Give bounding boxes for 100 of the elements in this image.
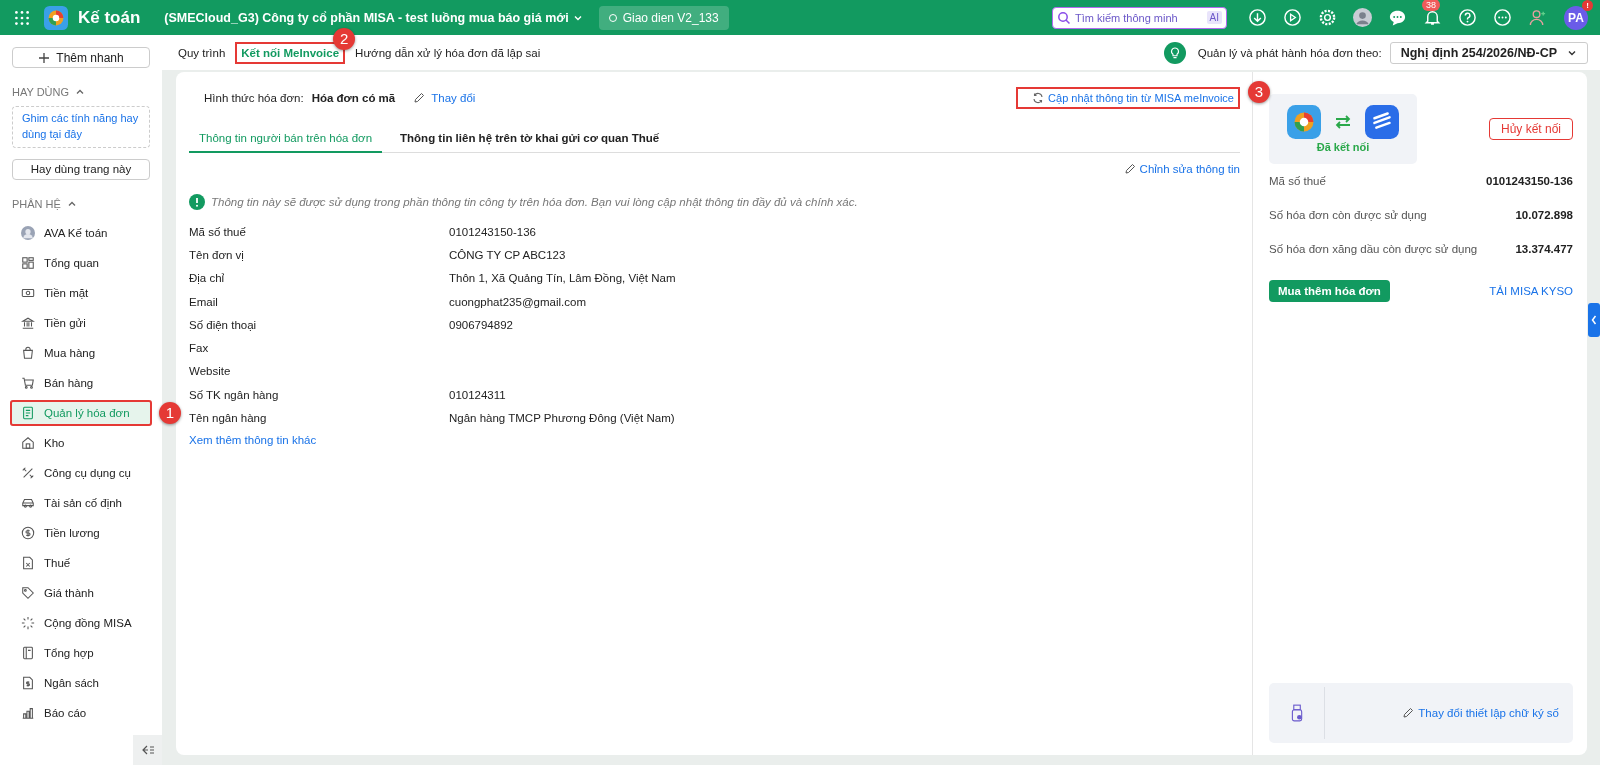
- settings-icon[interactable]: [1318, 8, 1337, 27]
- change-signature-link[interactable]: Thay đổi thiết lập chữ ký số: [1402, 707, 1559, 719]
- invoice-form-value: Hóa đơn có mã: [311, 92, 396, 104]
- field-value: 010124311: [449, 388, 507, 401]
- sidebar-item[interactable]: Cộng đồng MISA: [12, 607, 150, 638]
- sidebar-item[interactable]: Kho: [12, 427, 150, 458]
- sidebar-item[interactable]: Mua hàng: [12, 337, 150, 368]
- expand-panel-icon[interactable]: [1588, 303, 1600, 337]
- field-label: Email: [189, 295, 219, 308]
- usb-token-icon: [1291, 703, 1304, 723]
- sidebar-item[interactable]: Bán hàng: [12, 367, 150, 398]
- alert-badge: !: [1582, 0, 1593, 11]
- accounting-app-icon: [1287, 105, 1321, 139]
- cart-icon: [21, 375, 35, 390]
- notification-bell-icon[interactable]: [1423, 8, 1442, 27]
- step-number-badge: 3: [1248, 81, 1270, 103]
- update-info-link[interactable]: Cập nhật thông tin từ MISA meInvoice: [1016, 87, 1240, 109]
- sidebar-item[interactable]: Công cụ dụng cụ: [12, 457, 150, 488]
- section-heading: PHÂN HỆ: [12, 197, 61, 210]
- sidebar-item[interactable]: Tiền gửi: [12, 307, 150, 338]
- lightbulb-icon: [1163, 41, 1186, 64]
- decree-dropdown[interactable]: Nghị định 254/2026/NĐ-CP: [1389, 41, 1588, 64]
- field-value: 0906794892: [449, 318, 514, 331]
- search-bar[interactable]: Tìm kiếm thông minh AI: [1052, 6, 1227, 29]
- pencil-icon: [1123, 163, 1136, 175]
- download-link[interactable]: TẢI MISA KYSO: [1489, 285, 1573, 297]
- sidebar-item[interactable]: Tài sản cố định: [12, 487, 150, 518]
- search-icon: [1057, 10, 1071, 25]
- pin-page-button[interactable]: Hay dùng trang này: [12, 158, 150, 180]
- sidebar-item[interactable]: Tiền mặt: [12, 277, 150, 308]
- change-link[interactable]: Thay đổi: [431, 92, 476, 104]
- field-label: Tên ngân hàng: [189, 412, 268, 424]
- sidebar-item[interactable]: Tiền lương: [12, 517, 150, 548]
- book-icon: [21, 645, 35, 660]
- pencil-icon: [1402, 707, 1415, 719]
- field-value: cuongphat235@gmail.com: [449, 295, 587, 308]
- shopping-bag-icon: [21, 345, 35, 360]
- step-number-badge: 1: [159, 401, 181, 424]
- quick-add-button[interactable]: Thêm nhanh: [12, 47, 150, 68]
- sparkle-icon: [21, 615, 35, 630]
- sidebar-item[interactable]: Tổng quan: [12, 247, 150, 278]
- pin-hint-box: Ghim các tính năng hay dùng tại đây: [12, 106, 150, 148]
- connection-status: Đã kết nối: [1316, 141, 1370, 153]
- buy-invoices-button[interactable]: Mua thêm hóa đơn: [1269, 280, 1390, 302]
- field-label: Số điện thoại: [189, 318, 258, 331]
- person-avatar-icon: [21, 225, 35, 240]
- download-icon[interactable]: [1248, 8, 1267, 27]
- budget-document-icon: [21, 675, 35, 690]
- field-label: Địa chỉ: [189, 272, 226, 285]
- more-icon[interactable]: [1493, 8, 1512, 27]
- edit-info-link[interactable]: Chỉnh sửa thông tin: [1123, 163, 1240, 175]
- section-heading: HAY DÙNG: [12, 86, 70, 98]
- refresh-icon: [1032, 92, 1045, 104]
- field-label: Tên đơn vị: [189, 248, 245, 261]
- sidebar-item[interactable]: Giá thành: [12, 577, 150, 608]
- field-value: 0101243150-136: [449, 225, 537, 238]
- field-label: Website: [189, 365, 232, 378]
- chat-icon[interactable]: [1388, 8, 1407, 27]
- tax-document-icon: [21, 555, 35, 570]
- info-tab[interactable]: Thông tin liên hệ trên tờ khai gửi cơ quan Thuế: [390, 126, 670, 153]
- sidebar-item[interactable]: Thuế: [12, 547, 150, 578]
- notice-text: Thông tin này sẽ được sử dụng trong phần thông tin công ty trên hóa đơn. Bạn vui lòng cập nhật thông tin đầy đủ và chính xác.: [211, 196, 858, 208]
- play-icon[interactable]: [1283, 8, 1302, 27]
- help-icon[interactable]: [1458, 8, 1477, 27]
- more-info-link[interactable]: Xem thêm thông tin khác: [189, 433, 1240, 446]
- invoice-form-label: Hình thức hóa đơn:: [204, 92, 304, 104]
- stat-label: Mã số thuế: [1269, 175, 1326, 187]
- price-tag-icon: [21, 585, 35, 600]
- sidebar-item[interactable]: Tổng hợp: [12, 637, 150, 668]
- stat-label: Số hóa đơn còn được sử dụng: [1269, 209, 1427, 221]
- sidebar-item[interactable]: AVA Kế toán: [12, 217, 150, 248]
- field-label: Mã số thuế: [189, 225, 247, 238]
- field-value: Ngân hàng TMCP Phương Đông (Việt Nam): [449, 412, 676, 424]
- info-tab[interactable]: Thông tin người bán trên hóa đơn: [189, 126, 383, 153]
- decree-label: Quản lý và phát hành hóa đơn theo:: [1197, 46, 1382, 59]
- pencil-icon: [413, 92, 426, 104]
- ai-badge: AI: [1206, 11, 1222, 24]
- disconnect-button[interactable]: Hủy kết nối: [1488, 118, 1573, 140]
- notification-count-badge: 38: [1422, 0, 1440, 11]
- field-value: CÔNG TY CP ABC123: [449, 248, 567, 261]
- field-label: Số TK ngân hàng: [189, 388, 280, 401]
- app-logo-icon: [44, 5, 68, 30]
- field-label: Fax: [189, 342, 210, 355]
- page-tab[interactable]: Quy trình: [172, 41, 232, 64]
- app-name: Kế toán: [78, 7, 141, 28]
- stat-value: 13.374.477: [1515, 243, 1573, 255]
- dashboard-grid-icon: [21, 255, 35, 270]
- user-avatar-icon[interactable]: [1353, 8, 1372, 27]
- collapse-caret-icon[interactable]: [75, 87, 86, 97]
- stat-value: 10.072.898: [1515, 209, 1573, 221]
- plus-icon: [38, 51, 51, 64]
- invoice-app-icon: [1365, 105, 1399, 139]
- sidebar-item[interactable]: Ngân sách: [12, 667, 150, 698]
- field-value: Thôn 1, Xã Quảng Tín, Lâm Đồng, Việt Nam: [449, 272, 677, 285]
- sidebar-item[interactable]: Báo cáo: [12, 697, 150, 728]
- collapse-sidebar-icon[interactable]: [140, 743, 155, 757]
- apps-grid-icon[interactable]: [14, 9, 30, 26]
- dollar-coin-icon: [21, 525, 35, 540]
- bar-chart-icon: [21, 705, 35, 720]
- company-selector[interactable]: (SMECloud_G3) Công ty cổ phần MISA - test luồng mua báo giá mới: [164, 10, 583, 25]
